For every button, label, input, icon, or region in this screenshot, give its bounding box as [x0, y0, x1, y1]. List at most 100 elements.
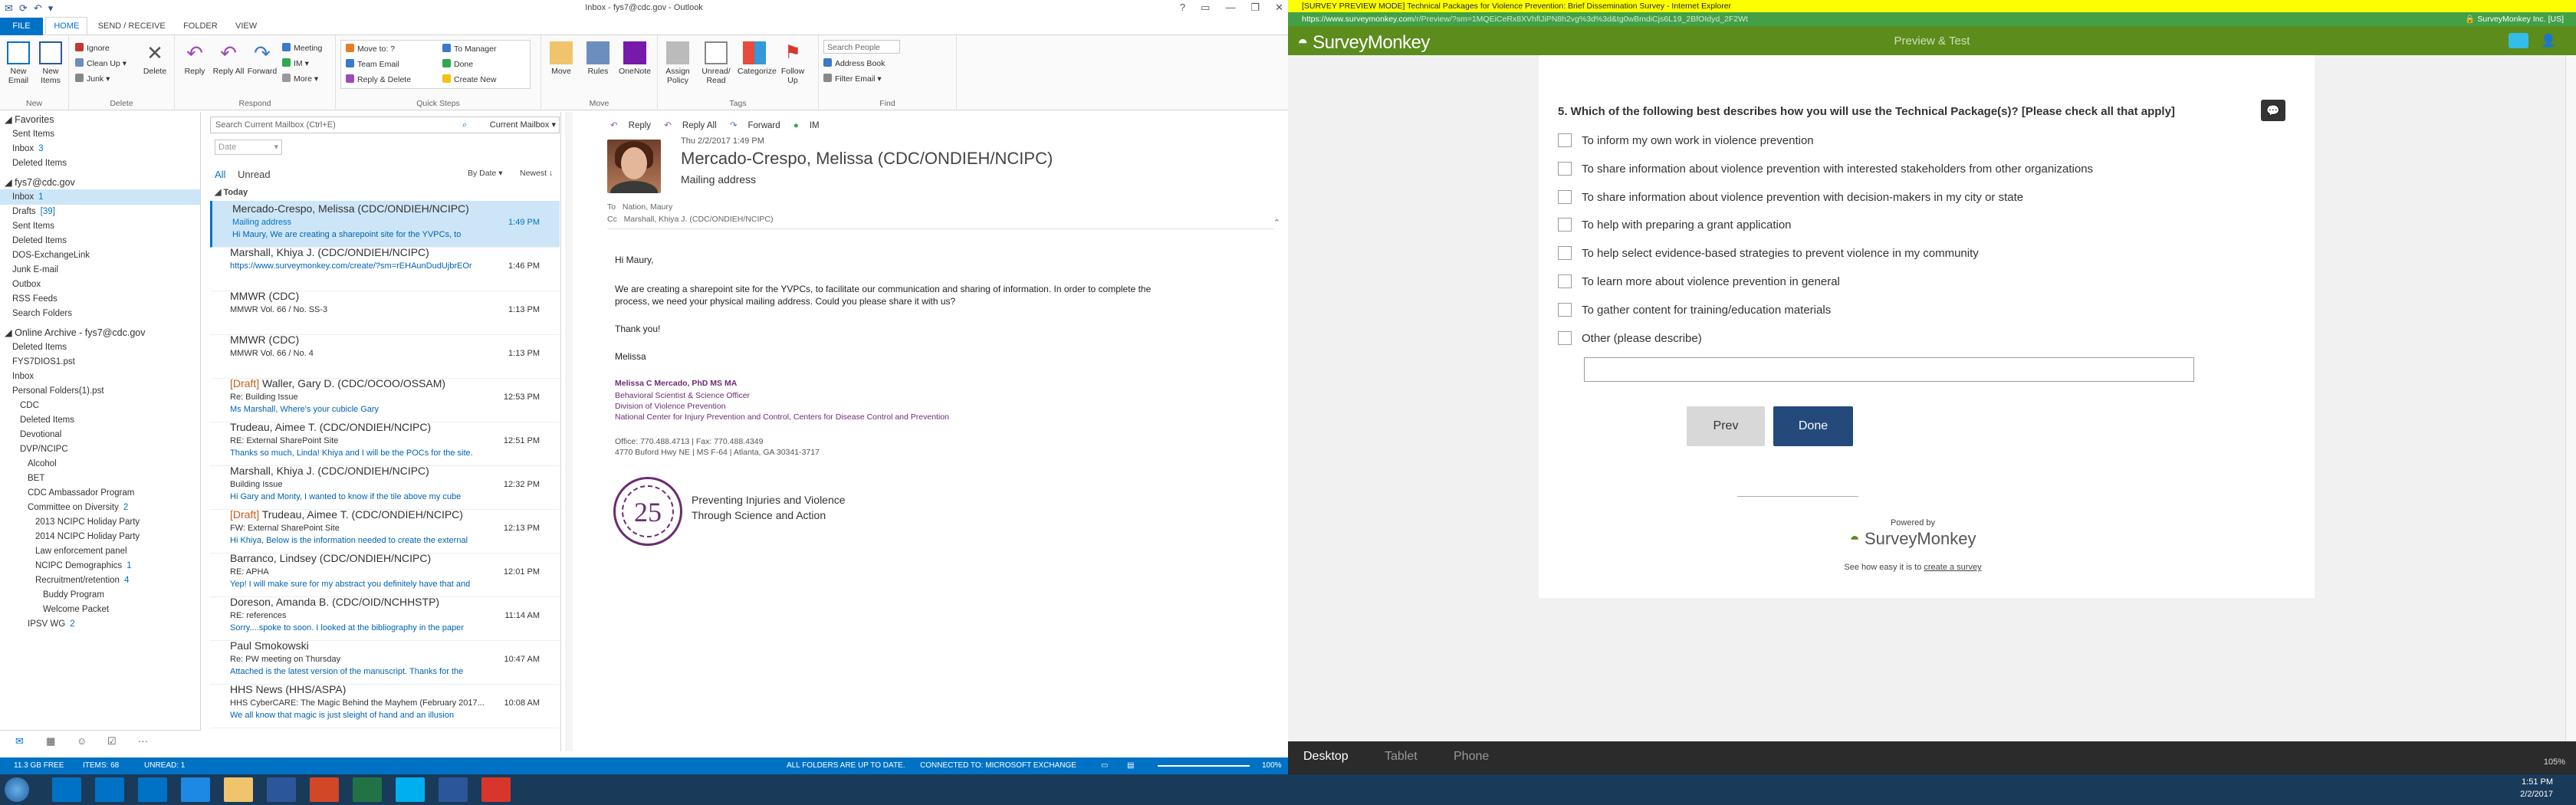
search-people-input[interactable]: Search People	[823, 40, 900, 54]
reading-reply-all[interactable]: Reply All	[682, 121, 717, 130]
recipient-cc[interactable]: Marshall, Khiya J. (CDC/ONDIEH/NCIPC)	[624, 215, 774, 224]
folder-junk-e-mail[interactable]: Junk E-mail	[0, 262, 58, 278]
folder-buddy-program[interactable]: Buddy Program	[0, 587, 104, 603]
folder-fys7dios1-pst[interactable]: FYS7DIOS1.pst	[0, 354, 75, 370]
user-icon[interactable]: 👤	[2541, 33, 2556, 48]
quick-step-move-to[interactable]: Move to: ?	[346, 42, 395, 56]
folder-ipsv-wg[interactable]: IPSV WG 2	[0, 616, 75, 632]
system-tray-clock[interactable]: 1:51 PM 2/2/2017	[2520, 776, 2553, 800]
quick-step-to-manager[interactable]: To Manager	[442, 42, 496, 56]
reading-im[interactable]: IM	[810, 121, 820, 130]
help-icon[interactable]: ?	[1180, 2, 1185, 14]
option-checkbox[interactable]	[1558, 302, 1572, 317]
word-icon[interactable]	[267, 777, 296, 802]
reading-forward[interactable]: Forward	[748, 121, 780, 130]
new-items-button[interactable]: New Items	[34, 41, 67, 85]
move-button[interactable]: Move	[544, 41, 578, 76]
folder-recruitment-retention[interactable]: Recruitment/retention 4	[0, 573, 129, 588]
search-scope-dropdown[interactable]: Current Mailbox ▾	[490, 117, 556, 133]
folder-alcohol[interactable]: Alcohol	[0, 456, 57, 472]
option-checkbox[interactable]	[1558, 274, 1572, 288]
start-icon[interactable]	[5, 777, 29, 802]
folder-cdc[interactable]: CDC	[0, 398, 39, 413]
outlook-taskbar-icon[interactable]	[52, 777, 81, 802]
message-row[interactable]: Doreson, Amanda B. (CDC/OID/NCHHSTP) RE: …	[210, 594, 560, 641]
categorize-button[interactable]: Categorize	[738, 41, 777, 76]
date-filter-dropdown[interactable]: Date ▾	[215, 140, 282, 155]
filter-unread[interactable]: Unread	[238, 169, 271, 180]
browser-zoom[interactable]: 105%	[2544, 757, 2565, 767]
rules-button[interactable]: Rules	[581, 41, 615, 76]
onenote-button[interactable]: OneNote	[618, 41, 652, 76]
internet-explorer-icon[interactable]	[181, 777, 210, 802]
message-row[interactable]: Trudeau, Aimee T. (CDC/ONDIEH/NCIPC) RE: …	[210, 419, 560, 466]
file-explorer-icon[interactable]	[224, 777, 253, 802]
message-row[interactable]: Barranco, Lindsey (CDC/ONDIEH/NCIPC) RE: …	[210, 550, 560, 597]
option-checkbox[interactable]	[1558, 246, 1572, 261]
folder-cdc-ambassador-program[interactable]: CDC Ambassador Program	[0, 485, 134, 501]
unread-read-button[interactable]: Unread/ Read	[699, 41, 733, 85]
outlook-taskbar-icon-3[interactable]	[138, 777, 167, 802]
folder-rss-feeds[interactable]: RSS Feeds	[0, 291, 58, 307]
folder-inbox[interactable]: Inbox 1	[0, 189, 200, 205]
reply-all-button[interactable]: ↶ Reply All	[212, 41, 245, 76]
message-row[interactable]: [Draft] Trudeau, Aimee T. (CDC/ONDIEH/NC…	[210, 507, 560, 554]
footer-logo[interactable]: ◓ SurveyMonkey	[1288, 529, 2557, 549]
message-row[interactable]: Marshall, Khiya J. (CDC/ONDIEH/NCIPC) htt…	[210, 245, 560, 291]
folder-welcome-packet[interactable]: Welcome Packet	[0, 602, 109, 617]
address-bar[interactable]: https://www.surveymonkey.com/r/Preview/?…	[1288, 12, 2576, 26]
folder-online-archive-fys7-cdc-gov[interactable]: ◢ Online Archive - fys7@cdc.gov	[0, 325, 146, 340]
option-checkbox[interactable]	[1558, 189, 1572, 204]
folder-2013-ncipc-holiday-party[interactable]: 2013 NCIPC Holiday Party	[0, 514, 140, 530]
folder-search-folders[interactable]: Search Folders	[0, 306, 72, 321]
quick-step-done[interactable]: Done	[442, 58, 473, 71]
skype-icon[interactable]	[396, 777, 425, 802]
restore-icon[interactable]: ❐	[1250, 2, 1260, 14]
folder-dvp-ncipc[interactable]: DVP/NCIPC	[0, 442, 68, 457]
browser-scrollbar[interactable]	[2565, 55, 2576, 741]
folder-sent-items[interactable]: Sent Items	[0, 127, 54, 142]
address-book-button[interactable]: Address Book	[823, 57, 885, 71]
chat-icon[interactable]	[2509, 33, 2528, 48]
collapse-header-icon[interactable]: ⌃	[1273, 218, 1280, 228]
folder-deleted-items[interactable]: Deleted Items	[0, 340, 67, 355]
acrobat-icon[interactable]	[481, 777, 511, 802]
folder-2014-ncipc-holiday-party[interactable]: 2014 NCIPC Holiday Party	[0, 529, 140, 544]
clean-up-button[interactable]: Clean Up ▾	[75, 57, 127, 71]
filter-email-button[interactable]: Filter Email ▾	[823, 72, 882, 86]
reading-reply[interactable]: Reply	[629, 121, 651, 130]
option-checkbox[interactable]	[1558, 161, 1572, 176]
folder-favorites[interactable]: ◢ Favorites	[0, 112, 54, 127]
prev-button[interactable]: Prev	[1687, 406, 1765, 446]
option-checkbox[interactable]	[1558, 133, 1572, 147]
calendar-icon[interactable]: ▦	[46, 735, 55, 748]
reply-button[interactable]: ↶ Reply	[178, 41, 212, 76]
quick-step-reply-delete[interactable]: Reply & Delete	[346, 73, 411, 87]
view-desktop[interactable]: Desktop	[1303, 750, 1349, 764]
recipient-to[interactable]: Nation, Maury	[623, 202, 672, 212]
normal-view-icon[interactable]: ▭	[1101, 757, 1108, 774]
follow-up-button[interactable]: ⚑ Follow Up	[776, 41, 810, 85]
word-icon-2[interactable]	[439, 777, 468, 802]
option-checkbox[interactable]	[1558, 218, 1572, 232]
security-badge[interactable]: 🔒 SurveyMonkey Inc. [US]	[2465, 12, 2564, 26]
search-input[interactable]: Search Current Mailbox (Ctrl+E) ⌕ Current…	[210, 117, 560, 133]
powerpoint-icon[interactable]	[310, 777, 339, 802]
close-icon[interactable]: ✕	[1275, 2, 1283, 14]
done-button[interactable]: Done	[1773, 406, 1853, 446]
folder-inbox[interactable]: Inbox 3	[0, 141, 44, 156]
minimize-icon[interactable]: —	[1225, 2, 1235, 14]
more-button[interactable]: More ▾	[282, 72, 318, 86]
excel-icon[interactable]	[353, 777, 382, 802]
view-tablet[interactable]: Tablet	[1385, 750, 1418, 764]
outlook-taskbar-icon-2[interactable]	[95, 777, 124, 802]
message-list-scrollbar[interactable]	[565, 112, 573, 751]
group-header-today[interactable]: ◢ Today	[215, 187, 248, 197]
more-nav-icon[interactable]: ···	[138, 735, 148, 747]
quick-step-create-new[interactable]: Create New	[442, 73, 496, 87]
forward-button[interactable]: ↷ Forward	[245, 41, 279, 76]
mail-icon[interactable]: ✉	[15, 735, 24, 748]
tab-file[interactable]: FILE	[0, 18, 43, 35]
delete-button[interactable]: ✕ Delete	[138, 41, 172, 76]
tab-view[interactable]: VIEW	[228, 18, 264, 35]
